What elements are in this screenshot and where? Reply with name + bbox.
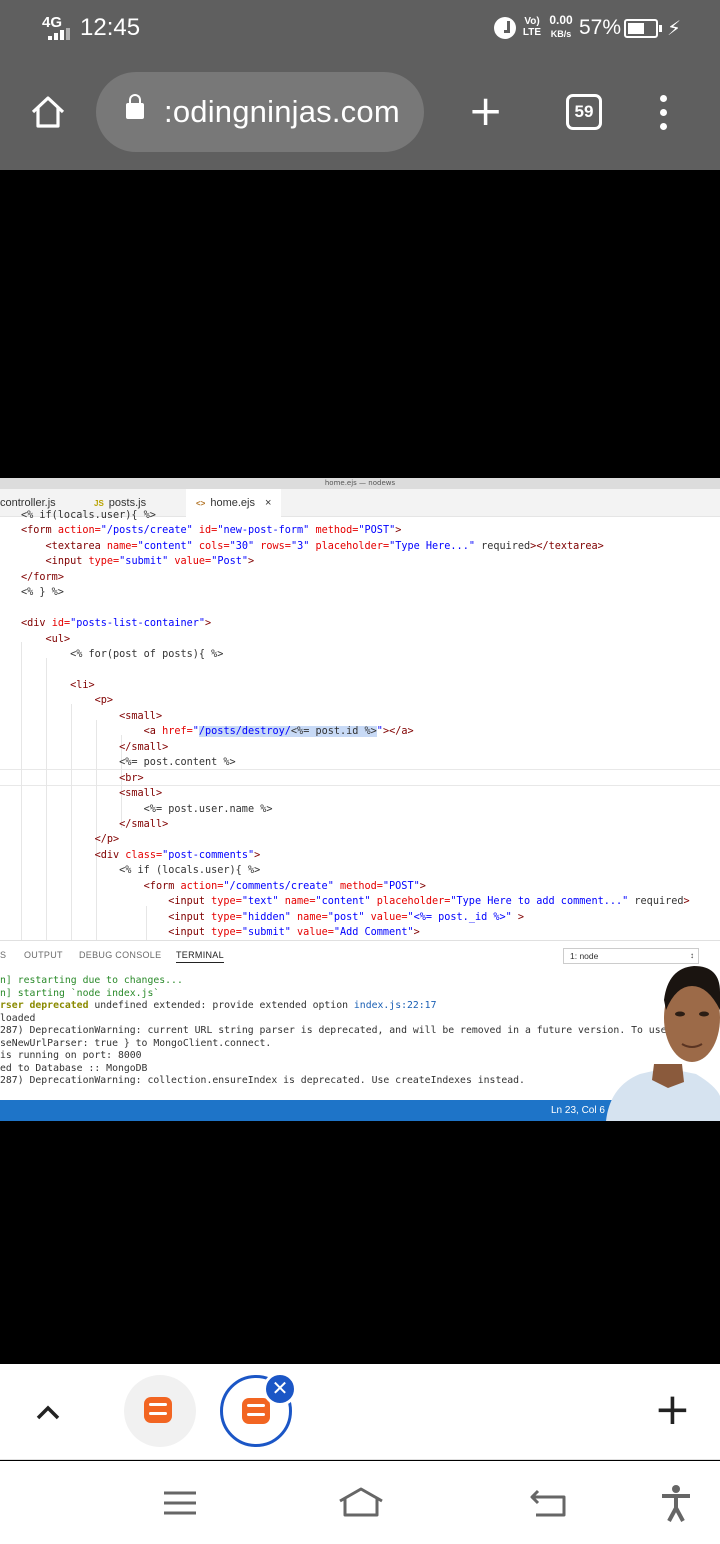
signal-icon bbox=[48, 28, 72, 40]
code-line: <% if (locals.user){ %> bbox=[119, 865, 261, 877]
terminal-line: is running on port: 8000 bbox=[0, 1050, 142, 1062]
panel-tab-debug-console[interactable]: DEBUG CONSOLE bbox=[79, 950, 161, 960]
terminal-line: 287) DeprecationWarning: current URL str… bbox=[0, 1025, 667, 1037]
code-editor[interactable]: <% if(locals.user){ %> <form action="/pos… bbox=[0, 510, 720, 940]
terminal-line: seNewUrlParser: true } to MongoClient.co… bbox=[0, 1037, 272, 1049]
terminal-line: n] restarting due to changes... bbox=[0, 975, 183, 986]
code-line: </form> bbox=[21, 571, 64, 583]
speed-value: 0.00 bbox=[549, 13, 573, 27]
panel-tab-terminal[interactable]: TERMINAL bbox=[176, 950, 224, 963]
instructor-webcam bbox=[606, 966, 720, 1121]
home-icon[interactable] bbox=[30, 94, 66, 130]
status-bar: 4G 12:45 Vo) LTE 0.00 KB/s 57% ⚡︎ bbox=[0, 0, 720, 60]
close-icon[interactable]: ✕ bbox=[263, 1372, 297, 1406]
network-speed: 0.00 KB/s bbox=[548, 14, 574, 41]
new-tab-button[interactable]: + bbox=[654, 1388, 691, 1432]
browser-toolbar: :odingninjas.com + 59 bbox=[0, 72, 720, 152]
code-line: <input type="text" name="content" placeh… bbox=[168, 896, 690, 908]
terminal-line: rser deprecated undefined extended: prov… bbox=[0, 1000, 437, 1012]
tab-switcher-button[interactable]: 59 bbox=[566, 94, 602, 130]
terminal-line: n] starting `node index.js` bbox=[0, 987, 160, 999]
terminal-line: loaded bbox=[0, 1012, 36, 1024]
code-line: <% } %> bbox=[21, 587, 64, 599]
code-line: <% if(locals.user){ %> bbox=[21, 510, 156, 521]
ejs-file-icon: <> bbox=[196, 499, 206, 508]
volte-top: Vo) bbox=[524, 16, 540, 27]
url-text[interactable]: :odingninjas.com bbox=[164, 94, 400, 130]
tab-strip: ✕ + bbox=[0, 1364, 720, 1460]
clock: 12:45 bbox=[80, 14, 141, 41]
tab-label: home.ejs bbox=[210, 497, 255, 509]
code-line: <form action="/comments/create" method="… bbox=[143, 880, 426, 892]
battery-percent: 57% bbox=[579, 16, 622, 39]
volte-indicator: Vo) LTE bbox=[520, 16, 544, 38]
code-line: <br> bbox=[119, 772, 144, 784]
window-title: home.ejs — nodews bbox=[0, 478, 720, 489]
panel-tab-problems[interactable]: S bbox=[0, 950, 6, 960]
charging-icon: ⚡︎ bbox=[667, 16, 682, 40]
lock-icon bbox=[126, 94, 144, 119]
code-line: <a href="/posts/destroy/<%= post.id %>">… bbox=[143, 726, 414, 738]
battery-icon bbox=[624, 19, 662, 38]
close-tab-icon[interactable]: × bbox=[265, 497, 271, 509]
home-outline-icon[interactable] bbox=[336, 1483, 386, 1523]
address-bar[interactable]: :odingninjas.com bbox=[96, 72, 424, 152]
code-line: <input type="submit" value="Add Comment"… bbox=[168, 927, 420, 939]
code-line: </small> bbox=[119, 819, 169, 830]
video-player[interactable]: home.ejs — nodews controller.js JS posts.… bbox=[0, 478, 720, 1121]
code-line: <small> bbox=[119, 788, 163, 800]
code-line: <%= post.user.name %> bbox=[143, 803, 273, 815]
code-line: <p> bbox=[94, 695, 114, 707]
back-icon[interactable] bbox=[528, 1483, 568, 1523]
code-line: <input type="submit" value="Post"> bbox=[45, 556, 255, 568]
code-line: <form action="/posts/create" id="new-pos… bbox=[21, 525, 402, 537]
code-line: <ul> bbox=[45, 633, 71, 645]
code-line: <div id="posts-list-container"> bbox=[21, 618, 212, 630]
code-line: </p> bbox=[94, 834, 120, 846]
codingninjas-logo-icon bbox=[144, 1397, 172, 1423]
code-line: <small> bbox=[119, 710, 163, 722]
codingninjas-logo-icon bbox=[242, 1398, 270, 1424]
speed-unit: KB/s bbox=[550, 29, 572, 39]
code-line: <li> bbox=[70, 679, 95, 691]
menu-icon[interactable] bbox=[160, 1483, 200, 1523]
tab-thumbnail[interactable] bbox=[124, 1375, 196, 1447]
terminal-line: ed to Database :: MongoDB bbox=[0, 1062, 148, 1074]
terminal-line: 287) DeprecationWarning: collection.ensu… bbox=[0, 1075, 525, 1087]
more-vert-icon[interactable] bbox=[660, 95, 668, 131]
panel-tab-output[interactable]: OUTPUT bbox=[24, 950, 63, 960]
accessibility-icon[interactable] bbox=[656, 1483, 696, 1523]
code-line: <textarea name="content" cols="30" rows=… bbox=[45, 540, 604, 552]
browser-header: 4G 12:45 Vo) LTE 0.00 KB/s 57% ⚡︎ :oding… bbox=[0, 0, 720, 170]
tab-home-ejs[interactable]: <> home.ejs × bbox=[186, 489, 282, 517]
js-file-icon: JS bbox=[94, 499, 104, 508]
code-line: </small> bbox=[119, 741, 169, 753]
chevron-up-icon[interactable] bbox=[34, 1398, 62, 1426]
new-tab-button[interactable]: + bbox=[468, 90, 503, 132]
system-nav-bar bbox=[0, 1461, 720, 1544]
code-line: <input type="hidden" name="post" value="… bbox=[168, 911, 525, 923]
code-line: <%= post.content %> bbox=[119, 757, 236, 769]
alarm-icon bbox=[494, 17, 516, 39]
code-line: <div class="post-comments"> bbox=[94, 849, 261, 861]
volte-bottom: LTE bbox=[522, 27, 542, 38]
code-line: <% for(post of posts){ %> bbox=[70, 649, 224, 661]
